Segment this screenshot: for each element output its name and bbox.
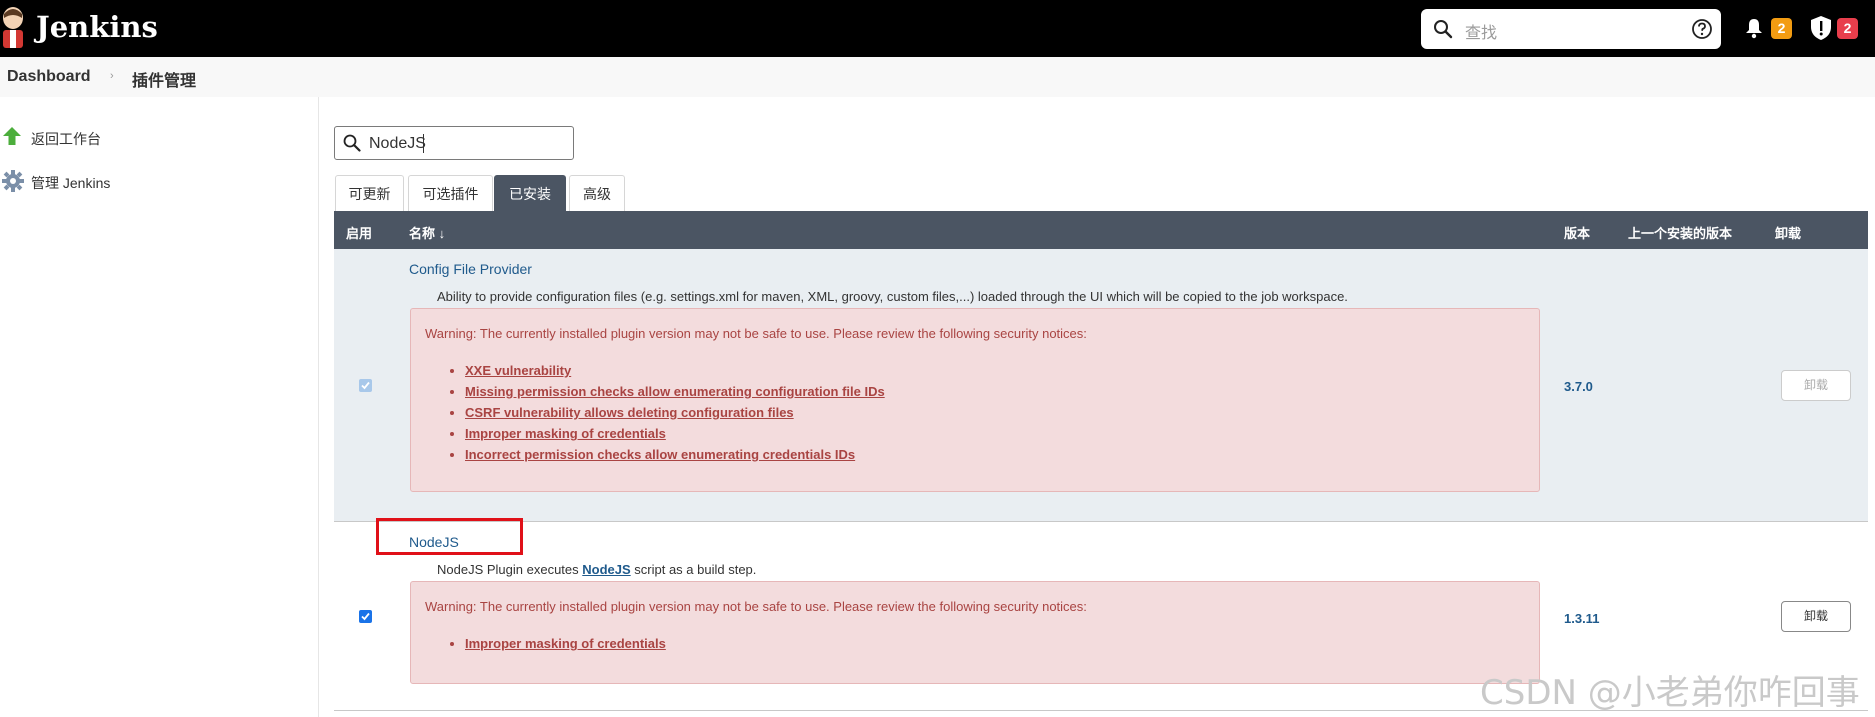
- plugin-version[interactable]: 1.3.11: [1564, 611, 1599, 626]
- uninstall-button[interactable]: 卸载: [1781, 601, 1851, 632]
- warning-text: Warning: The currently installed plugin …: [425, 326, 1087, 341]
- filter-value: NodeJS: [369, 135, 426, 152]
- list-item: Incorrect permission checks allow enumer…: [465, 444, 885, 465]
- search-icon: [1434, 20, 1453, 39]
- up-arrow-icon: [3, 127, 21, 145]
- plugin-description: Ability to provide configuration files (…: [437, 289, 1348, 304]
- security-notice-link[interactable]: Improper masking of credentials: [465, 636, 666, 651]
- tab-available[interactable]: 可选插件: [408, 175, 493, 212]
- tab-advanced[interactable]: 高级: [569, 175, 625, 212]
- security-notice-link[interactable]: Missing permission checks allow enumerat…: [465, 384, 885, 399]
- nodejs-link[interactable]: NodeJS: [582, 562, 630, 577]
- enable-checkbox[interactable]: [359, 379, 372, 392]
- breadcrumb-dashboard[interactable]: Dashboard: [7, 68, 91, 86]
- list-item: Improper masking of credentials: [465, 423, 885, 444]
- brand-name[interactable]: Jenkins: [36, 10, 158, 44]
- plugin-description: NodeJS Plugin executes NodeJS script as …: [437, 562, 756, 577]
- list-item: Improper masking of credentials: [465, 633, 666, 654]
- security-badge[interactable]: 2: [1837, 18, 1858, 39]
- description-prefix: NodeJS Plugin executes: [437, 562, 583, 577]
- security-notice-link[interactable]: Improper masking of credentials: [465, 426, 666, 441]
- column-name[interactable]: 名称 ↓: [409, 223, 445, 242]
- table-row: Config File Provider Ability to provide …: [334, 249, 1868, 522]
- column-previous-version: 上一个安装的版本: [1628, 226, 1733, 241]
- breadcrumb-plugin-manager[interactable]: 插件管理: [132, 67, 196, 91]
- enable-checkbox[interactable]: [359, 610, 372, 623]
- security-notices-list: XXE vulnerability Missing permission che…: [439, 360, 885, 465]
- security-notice-link[interactable]: Incorrect permission checks allow enumer…: [465, 447, 855, 462]
- plugin-filter-input[interactable]: NodeJS: [334, 126, 574, 160]
- checkmark-icon: [361, 612, 370, 621]
- breadcrumb: Dashboard › 插件管理: [0, 57, 1875, 97]
- shield-alert-icon[interactable]: [1810, 15, 1832, 41]
- security-notice-link[interactable]: XXE vulnerability: [465, 363, 571, 378]
- uninstall-button[interactable]: 卸载: [1781, 370, 1851, 401]
- chevron-right-icon: ›: [110, 70, 114, 82]
- sidebar-item-label: 返回工作台: [31, 131, 101, 147]
- plugin-name-link[interactable]: Config File Provider: [409, 261, 532, 277]
- security-warning: Warning: The currently installed plugin …: [410, 308, 1540, 492]
- highlight-annotation-box: [376, 518, 523, 555]
- tab-updates[interactable]: 可更新: [335, 175, 404, 212]
- list-item: XXE vulnerability: [465, 360, 885, 381]
- notifications-badge[interactable]: 2: [1771, 18, 1792, 39]
- column-version[interactable]: 版本: [1564, 223, 1590, 242]
- plugins-table-header: 启用 名称 ↓ 版本 上一个安装的版本 卸载: [334, 211, 1868, 249]
- security-notice-link[interactable]: CSRF vulnerability allows deleting confi…: [465, 405, 794, 420]
- sidebar-item-label: 管理 Jenkins: [31, 175, 111, 191]
- column-uninstall: 卸载: [1775, 226, 1802, 241]
- global-search[interactable]: 查找: [1421, 9, 1721, 49]
- text-cursor: [423, 134, 424, 153]
- checkmark-icon: [361, 381, 370, 390]
- plugin-version[interactable]: 3.7.0: [1564, 379, 1593, 394]
- watermark: CSDN @小老弟你咋回事: [1480, 673, 1860, 713]
- security-warning: Warning: The currently installed plugin …: [410, 581, 1540, 684]
- list-item: Missing permission checks allow enumerat…: [465, 381, 885, 402]
- help-icon[interactable]: [1691, 18, 1713, 40]
- header-bar: Jenkins 查找 2 2: [0, 0, 1875, 57]
- warning-text: Warning: The currently installed plugin …: [425, 599, 1087, 614]
- description-suffix: script as a build step.: [630, 562, 757, 577]
- jenkins-logo-icon[interactable]: [0, 6, 26, 50]
- search-icon: [343, 134, 361, 152]
- security-notices-list: Improper masking of credentials: [439, 633, 666, 654]
- bell-icon[interactable]: [1744, 17, 1764, 39]
- search-placeholder[interactable]: 查找: [1465, 19, 1497, 43]
- sidebar: 返回工作台 管理 Jenkins: [0, 97, 319, 717]
- list-item: CSRF vulnerability allows deleting confi…: [465, 402, 885, 423]
- column-enabled: 启用: [346, 226, 373, 241]
- tab-installed[interactable]: 已安装: [494, 175, 566, 212]
- gear-icon: [2, 170, 24, 192]
